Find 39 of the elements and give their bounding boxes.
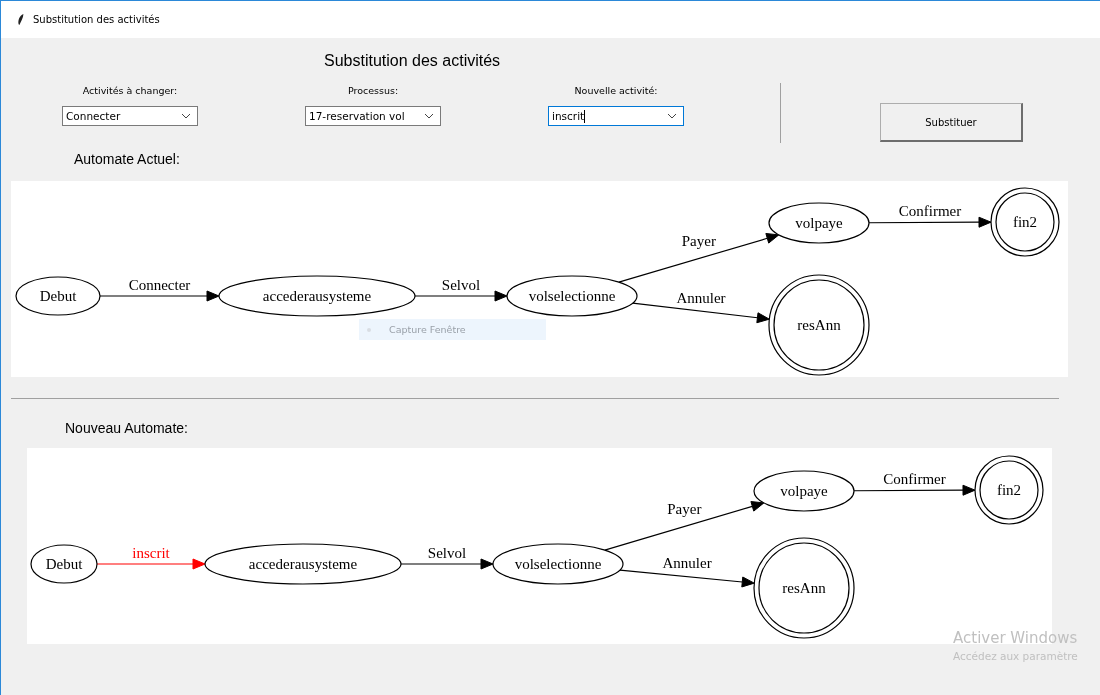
section-title: Automate Actuel:: [74, 151, 181, 167]
chevron-down-icon: [424, 113, 434, 119]
feather-icon: [17, 13, 25, 26]
transition-label: Annuler: [676, 289, 726, 306]
state-label: resAnn: [782, 580, 826, 596]
state-label: Debut: [45, 556, 83, 572]
state-label: resAnn: [797, 317, 841, 333]
dropdown-field[interactable]: 17-reservation vol: [305, 106, 441, 126]
field-label: Activités à changer:: [82, 85, 178, 96]
window-title: Substitution des activités: [33, 14, 160, 25]
transition-label: Annuler: [662, 555, 712, 572]
state-label: accederausysteme: [248, 556, 358, 572]
state-label: accederausysteme: [262, 288, 372, 304]
transition-label: Selvol: [427, 545, 467, 561]
state-label: volselectionne: [514, 556, 602, 572]
state-label: volpaye: [795, 215, 843, 231]
state-label: Debut: [39, 288, 77, 304]
transition-label: Connecter: [128, 277, 191, 293]
form-heading: Substitution des activités: [324, 52, 502, 71]
state-label: volpaye: [780, 483, 828, 499]
state-label: fin2: [996, 482, 1022, 498]
state-label: volselectionne: [528, 288, 616, 304]
chevron-down-icon: [181, 113, 191, 119]
state-label: fin2: [1012, 214, 1038, 230]
tooltip: Capture Fenêtre: [359, 319, 546, 340]
dropdown-field[interactable]: inscrit: [548, 106, 684, 126]
transition-label: Selvol: [441, 277, 481, 293]
dropdown-field[interactable]: Connecter: [62, 106, 198, 126]
transition-label: Payer: [667, 501, 702, 517]
chevron-down-icon: [667, 113, 677, 119]
section-title: Nouveau Automate:: [65, 420, 189, 436]
transition-label: Payer: [681, 233, 716, 249]
field-label: Nouvelle activité:: [574, 85, 658, 96]
transition-label: Confirmer: [898, 203, 962, 220]
activation-title: Activer Windows: [953, 629, 1078, 647]
substitute-button[interactable]: Substituer: [880, 103, 1023, 142]
transition-label: Confirmer: [883, 471, 946, 488]
field-label: Processus:: [347, 85, 399, 96]
transition-label: inscrit: [132, 545, 170, 561]
